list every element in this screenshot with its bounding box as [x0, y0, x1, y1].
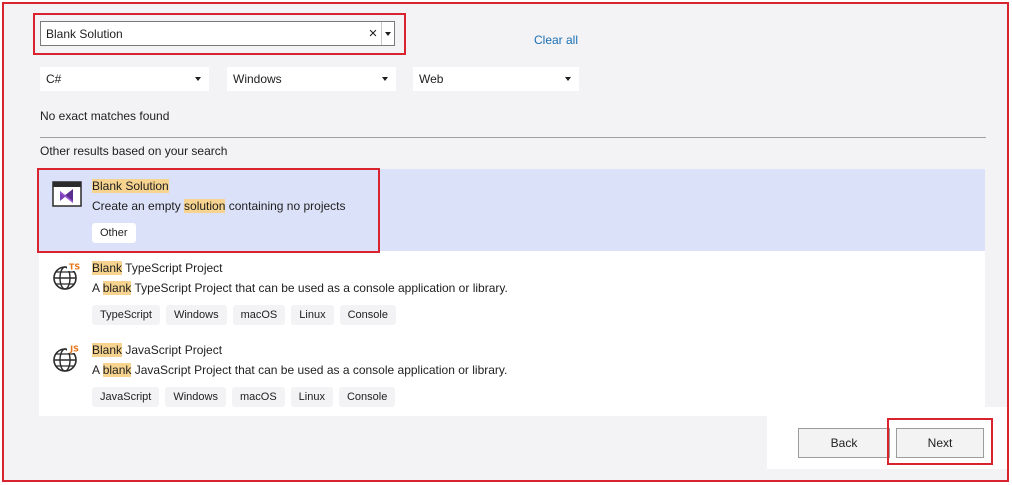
chevron-down-icon	[385, 31, 391, 36]
template-results-list[interactable]: Blank Solution Create an empty solution …	[39, 169, 985, 416]
tag: Windows	[165, 305, 227, 325]
tag: Linux	[290, 387, 333, 407]
template-tags: TypeScript Windows macOS Linux Console	[92, 305, 396, 325]
template-title: Blank JavaScript Project	[92, 343, 222, 357]
language-filter-value: C#	[46, 72, 62, 86]
divider	[40, 137, 986, 138]
tag: Console	[338, 387, 396, 407]
clear-all-link[interactable]: Clear all	[534, 33, 578, 47]
typescript-globe-icon: TS	[53, 261, 82, 290]
template-description: A blank TypeScript Project that can be u…	[92, 281, 508, 295]
template-description: Create an empty solution containing no p…	[92, 199, 346, 213]
tag: Console	[339, 305, 396, 325]
project-type-filter-value: Web	[419, 72, 444, 86]
javascript-badge: JS	[69, 345, 79, 354]
desc-match-highlight: blank	[102, 363, 132, 377]
search-history-dropdown[interactable]	[381, 22, 394, 45]
chevron-down-icon	[195, 77, 201, 81]
visual-studio-solution-icon	[52, 181, 82, 207]
back-button[interactable]: Back	[798, 428, 890, 458]
clear-search-icon[interactable]: ×	[365, 22, 381, 45]
desc-text: A	[92, 281, 103, 295]
title-match-highlight: Blank	[92, 261, 123, 275]
template-title: Blank Solution	[92, 179, 169, 193]
tag: macOS	[231, 387, 285, 407]
language-filter[interactable]: C#	[40, 67, 209, 91]
template-description: A blank JavaScript Project that can be u…	[92, 363, 507, 377]
template-item-blank-solution[interactable]: Blank Solution Create an empty solution …	[39, 169, 985, 251]
search-input[interactable]	[41, 22, 365, 45]
template-tags: JavaScript Windows macOS Linux Console	[92, 387, 396, 407]
template-item-blank-typescript-project[interactable]: TS Blank TypeScript Project A blank Type…	[39, 251, 985, 333]
desc-match-highlight: solution	[184, 199, 226, 213]
desc-text: Create an empty	[92, 199, 185, 213]
chevron-down-icon	[382, 77, 388, 81]
desc-text: A	[92, 363, 103, 377]
platform-filter[interactable]: Windows	[227, 67, 396, 91]
title-match-highlight: Blank Solution	[92, 179, 169, 193]
project-type-filter[interactable]: Web	[413, 67, 579, 91]
typescript-badge: TS	[69, 263, 80, 272]
tag: TypeScript	[92, 305, 160, 325]
tag: Other	[92, 223, 136, 243]
desc-text: JavaScript Project that can be used as a…	[131, 363, 508, 377]
title-rest: JavaScript Project	[122, 343, 223, 357]
tag: Linux	[291, 305, 334, 325]
tag: Windows	[165, 387, 226, 407]
title-rest: TypeScript Project	[122, 261, 223, 275]
platform-filter-value: Windows	[233, 72, 282, 86]
desc-match-highlight: blank	[102, 281, 132, 295]
search-box[interactable]: ×	[40, 21, 395, 46]
chevron-down-icon	[565, 77, 571, 81]
template-tags: Other	[92, 223, 136, 243]
tag: macOS	[232, 305, 286, 325]
desc-text: containing no projects	[225, 199, 346, 213]
template-item-blank-javascript-project[interactable]: JS Blank JavaScript Project A blank Java…	[39, 333, 985, 415]
template-title: Blank TypeScript Project	[92, 261, 223, 275]
no-match-message: No exact matches found	[40, 109, 170, 123]
tag: JavaScript	[92, 387, 160, 407]
desc-text: TypeScript Project that can be used as a…	[131, 281, 508, 295]
title-match-highlight: Blank	[92, 343, 123, 357]
other-results-heading: Other results based on your search	[40, 144, 228, 158]
javascript-globe-icon: JS	[53, 343, 82, 372]
next-button[interactable]: Next	[896, 428, 984, 458]
